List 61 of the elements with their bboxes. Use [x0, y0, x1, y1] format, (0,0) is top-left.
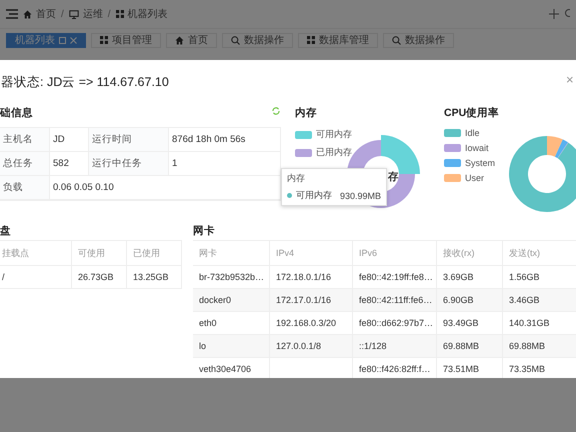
table-cell: 3.46GB: [503, 289, 576, 312]
dialog-title: 器状态: JD云 => 114.67.67.10: [1, 74, 169, 91]
chart-title: 内存: [295, 106, 318, 120]
tab[interactable]: 数据操作: [222, 32, 293, 48]
table-cell: 69.88MB: [503, 335, 576, 358]
breadcrumb-link[interactable]: 首页: [23, 7, 56, 21]
tab[interactable]: 数据库管理: [298, 32, 378, 48]
series-value: 930.99MB: [340, 190, 381, 200]
column-header: 接收(rx): [437, 241, 503, 266]
column-header: 挂载点: [0, 241, 72, 266]
field-value: 1: [169, 152, 281, 176]
column-header: 发送(tx): [503, 241, 576, 266]
field-label: 负载: [0, 176, 50, 200]
table-cell: 13.25GB: [127, 266, 182, 289]
section-title: 盘: [0, 224, 12, 238]
table-cell: 73.35MB: [503, 358, 576, 378]
table-cell: 172.17.0.1/16: [270, 289, 353, 312]
table-cell: docker0: [193, 289, 270, 312]
breadcrumb-link[interactable]: 运维: [68, 7, 103, 21]
breadcrumb-separator: /: [61, 8, 64, 20]
section-title: 网卡: [193, 224, 216, 238]
series-name: 可用内存: [296, 189, 332, 202]
legend-label: 可用内存: [316, 128, 352, 141]
close-button[interactable]: ×: [566, 72, 574, 87]
field-label: 运行时间: [89, 128, 169, 152]
breadcrumb-link[interactable]: 机器列表: [116, 7, 168, 21]
tooltip-title: 内存: [287, 172, 306, 185]
legend-label: User: [465, 173, 484, 183]
table-cell: veth30e4706: [193, 358, 270, 378]
chart-title: CPU使用率: [444, 106, 500, 120]
column-header: IPv6: [353, 241, 437, 266]
table-cell: 73.51MB: [437, 358, 503, 378]
field-value: 0.06 0.05 0.10: [50, 176, 281, 200]
legend-label: 已用内存: [316, 146, 352, 159]
field-value: 876d 18h 0m 56s: [169, 128, 281, 152]
legend-label: Idle: [465, 128, 480, 138]
field-label: 主机名: [0, 128, 50, 152]
tab[interactable]: 项目管理: [91, 32, 161, 48]
chart-label: 存: [388, 170, 399, 184]
column-header: 已使用: [127, 241, 182, 266]
tab[interactable]: 首页: [166, 32, 217, 48]
section-title: 础信息: [0, 106, 33, 120]
column-header: IPv4: [270, 241, 353, 266]
table-cell: fe80::f426:82ff:f…: [353, 358, 437, 378]
table-cell: 127.0.0.1/8: [270, 335, 353, 358]
legend-label: Iowait: [465, 143, 489, 153]
column-header: 网卡: [193, 241, 270, 266]
table-cell: /: [0, 266, 72, 289]
column-header: 可使用: [72, 241, 127, 266]
breadcrumb-separator: /: [108, 8, 111, 20]
table-cell: ::1/128: [353, 335, 437, 358]
table-cell: 69.88MB: [437, 335, 503, 358]
field-label: 总任务: [0, 152, 50, 176]
table-cell: lo: [193, 335, 270, 358]
tab[interactable]: 数据操作: [383, 32, 454, 48]
table-cell: fe80::42:11ff:fe6…: [353, 289, 437, 312]
table-cell: 26.73GB: [72, 266, 127, 289]
field-label: 运行中任务: [89, 152, 169, 176]
tab[interactable]: 机器列表: [6, 32, 86, 48]
table-cell: 6.90GB: [437, 289, 503, 312]
legend-label: System: [465, 158, 496, 168]
